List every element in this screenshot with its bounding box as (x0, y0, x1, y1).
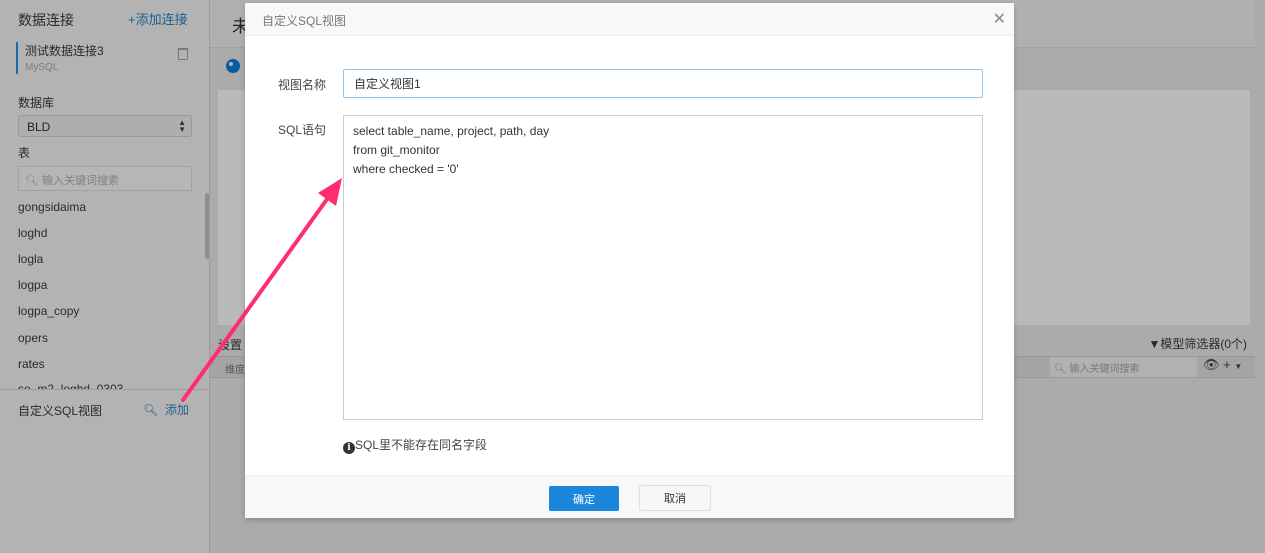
custom-sql-dialog: 自定义SQL视图 ✕ 视图名称 SQL语句 select table_name,… (245, 3, 1014, 518)
search-placeholder: 输入关键词搜索 (42, 175, 120, 187)
trash-icon[interactable] (178, 48, 188, 60)
search-placeholder: 输入关键词搜索 (1069, 364, 1140, 375)
field-search-input[interactable]: 🔍︎ 输入关键词搜索 (1050, 357, 1197, 377)
connection-name: 测试数据连接3 (25, 44, 104, 58)
custom-sql-label: 自定义SQL视图 (18, 404, 103, 418)
database-label: 数据库 (18, 96, 55, 110)
table-item[interactable]: logpa (18, 278, 47, 292)
dialog-title: 自定义SQL视图 (262, 14, 347, 28)
info-icon: i (343, 442, 355, 454)
select-arrows-icon: ▲ ▼ (178, 118, 186, 134)
connection-item[interactable]: 测试数据连接3 MySQL (16, 42, 196, 74)
dimension-label: 维度 (225, 365, 245, 376)
search-icon: 🔍︎ (1054, 364, 1067, 375)
table-label: 表 (18, 146, 31, 160)
eye-icon[interactable]: 👁︎ (1203, 357, 1220, 372)
add-custom-sql-button[interactable]: 🔍︎ 添加 (143, 401, 189, 418)
add-connection-button[interactable]: +添加连接 (128, 9, 188, 28)
radio-button[interactable] (226, 59, 240, 73)
dialog-footer: 确定 取消 (245, 475, 1014, 518)
table-item[interactable]: rates (18, 357, 45, 371)
table-item[interactable]: logla (18, 252, 43, 266)
sql-label: SQL语句 (278, 123, 327, 137)
field-tools: 👁︎ + ▼ (1203, 357, 1242, 373)
sql-textarea[interactable]: select table_name, project, path, day fr… (343, 115, 983, 420)
view-name-input[interactable] (343, 69, 983, 98)
model-filter-label: 模型筛选器(0个) (1160, 337, 1247, 351)
sidebar-title: 数据连接 (18, 12, 74, 28)
search-icon: 🔍︎ (25, 175, 39, 187)
custom-sql-section: 自定义SQL视图 🔍︎ 添加 (0, 389, 209, 421)
plus-icon[interactable]: + (1223, 357, 1231, 372)
view-name-label: 视图名称 (278, 78, 327, 92)
model-filter-button[interactable]: ▼模型筛选器(0个) (1000, 333, 1255, 353)
table-item[interactable]: loghd (18, 226, 47, 240)
caret-down-icon[interactable]: ▼ (1234, 362, 1242, 371)
database-value: BLD (27, 120, 51, 134)
scrollbar[interactable] (205, 193, 209, 259)
confirm-button[interactable]: 确定 (549, 486, 619, 511)
search-icon[interactable]: 🔍︎ (143, 403, 158, 417)
cancel-button[interactable]: 取消 (639, 485, 711, 511)
filter-icon: ▼ (1148, 337, 1161, 351)
table-item[interactable]: opers (18, 331, 48, 345)
connection-type: MySQL (25, 62, 59, 73)
add-label: 添加 (164, 403, 189, 417)
sidebar: 数据连接 +添加连接 测试数据连接3 MySQL 数据库 BLD ▲ ▼ 表 🔍︎ … (0, 0, 210, 553)
settings-label: 设置 (218, 338, 243, 352)
table-search-input[interactable]: 🔍︎ 输入关键词搜索 (18, 166, 192, 191)
hint-text: i SQL里不能存在同名字段 (343, 436, 487, 454)
hint-label: SQL里不能存在同名字段 (355, 438, 488, 452)
table-item[interactable]: gongsidaima (18, 200, 86, 214)
database-select[interactable]: BLD ▲ ▼ (18, 115, 192, 137)
close-icon[interactable]: ✕ (993, 9, 1006, 29)
dialog-header: 自定义SQL视图 (245, 3, 1014, 36)
table-item[interactable]: logpa_copy (18, 304, 79, 318)
